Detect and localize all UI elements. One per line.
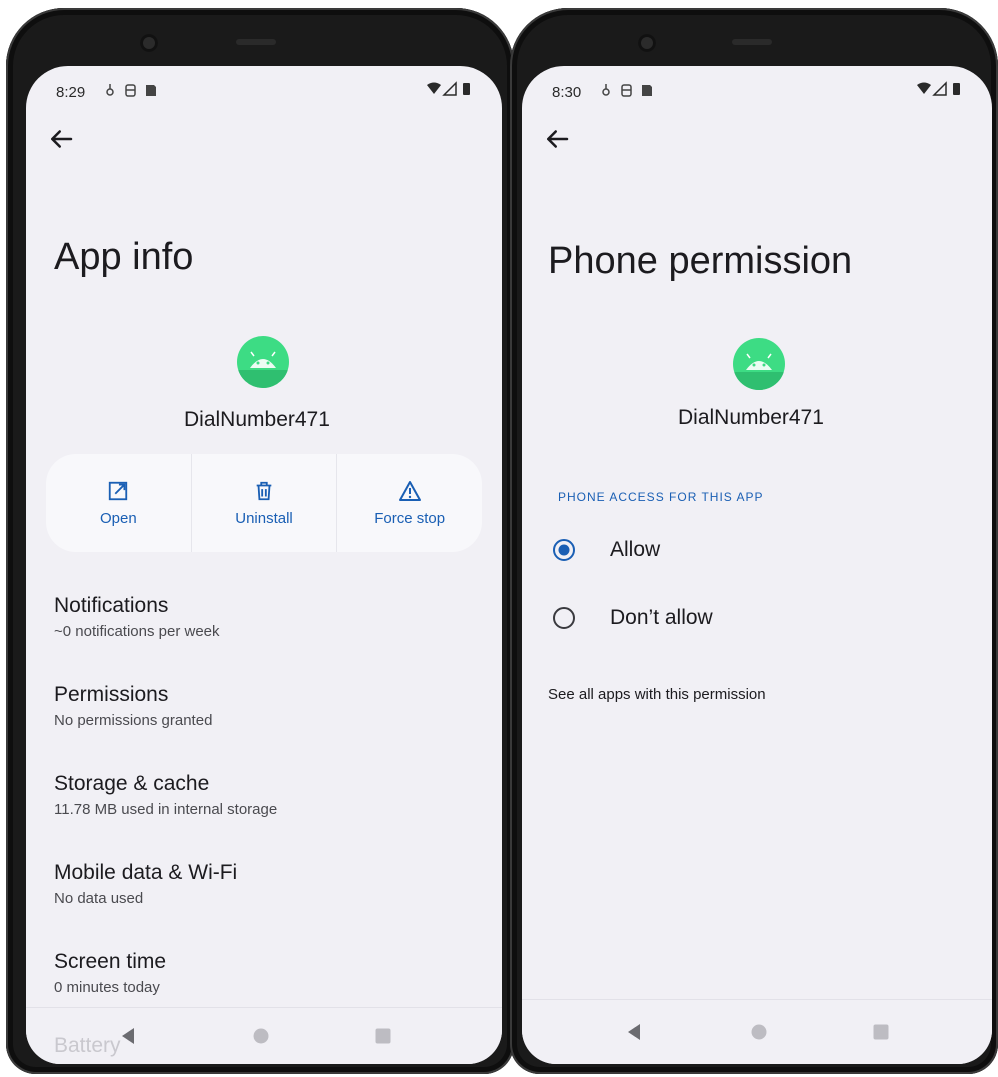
android-app-icon bbox=[733, 338, 785, 390]
force-stop-label: Force stop bbox=[374, 509, 446, 527]
dont-allow-option[interactable]: Don’t allow bbox=[552, 598, 713, 638]
front-camera bbox=[638, 34, 656, 52]
page-title: App info bbox=[54, 236, 194, 278]
setting-subtitle: 0 minutes today bbox=[54, 979, 160, 996]
open-external-icon bbox=[109, 481, 128, 500]
phone-permission-screen: 8:30 Phone permission DialNumber471 PHON… bbox=[522, 66, 992, 1064]
radio-unselected-icon[interactable] bbox=[552, 606, 576, 630]
status-time: 8:29 bbox=[56, 84, 86, 101]
status-notification-icons bbox=[106, 84, 156, 97]
nav-home-icon[interactable] bbox=[252, 1027, 270, 1045]
setting-title: Screen time bbox=[54, 950, 167, 973]
front-camera bbox=[140, 34, 158, 52]
uninstall-label: Uninstall bbox=[235, 509, 293, 527]
nav-back-icon[interactable] bbox=[624, 1022, 644, 1042]
notifications-setting[interactable]: Notifications ~0 notifications per week bbox=[54, 594, 482, 640]
back-arrow-icon[interactable] bbox=[46, 124, 76, 154]
open-button[interactable]: Open bbox=[46, 454, 191, 552]
earpiece-speaker bbox=[236, 39, 276, 45]
radio-selected-icon[interactable] bbox=[552, 538, 576, 562]
left-phone-frame: 8:29 App info DialNumber471 Open Uninsta… bbox=[6, 8, 514, 1074]
navigation-bar bbox=[522, 999, 992, 1064]
open-label: Open bbox=[99, 509, 137, 527]
status-time: 8:30 bbox=[552, 84, 582, 101]
signal-battery-icons bbox=[916, 81, 964, 101]
status-bar: 8:30 bbox=[522, 66, 992, 110]
nav-home-icon[interactable] bbox=[750, 1023, 768, 1041]
app-name: DialNumber471 bbox=[678, 406, 824, 429]
notification-icons bbox=[600, 83, 656, 100]
page-title: Phone permission bbox=[548, 240, 853, 282]
notification-icons bbox=[104, 83, 160, 100]
setting-subtitle: No permissions granted bbox=[54, 712, 213, 729]
allow-option[interactable]: Allow bbox=[552, 530, 660, 570]
setting-subtitle: No data used bbox=[54, 890, 144, 907]
earpiece-speaker bbox=[732, 39, 772, 45]
mobile-data-wifi-setting[interactable]: Mobile data & Wi-Fi No data used bbox=[54, 861, 482, 907]
warning-icon bbox=[398, 480, 421, 501]
allow-label: Allow bbox=[610, 538, 661, 561]
force-stop-button[interactable]: Force stop bbox=[336, 454, 482, 552]
app-name: DialNumber471 bbox=[184, 408, 330, 431]
navigation-bar: Battery bbox=[26, 1007, 502, 1064]
signal-battery-icons bbox=[426, 81, 474, 101]
setting-subtitle: 11.78 MB used in internal storage bbox=[54, 801, 278, 818]
wifi-signal-battery-icon bbox=[917, 81, 960, 96]
wifi-signal-battery-icon bbox=[427, 81, 470, 96]
permissions-setting[interactable]: Permissions No permissions granted bbox=[54, 683, 482, 729]
setting-title: Storage & cache bbox=[54, 772, 210, 795]
nav-recents-icon[interactable] bbox=[374, 1027, 392, 1045]
nav-recents-icon[interactable] bbox=[872, 1023, 890, 1041]
nav-back-icon[interactable] bbox=[118, 1026, 138, 1046]
see-all-apps-link[interactable]: See all apps with this permission bbox=[548, 686, 766, 703]
app-actions-card: Open Uninstall Force stop bbox=[46, 454, 482, 552]
back-arrow-icon[interactable] bbox=[542, 124, 572, 154]
setting-title: Notifications bbox=[54, 594, 169, 617]
status-bar: 8:29 bbox=[26, 66, 502, 110]
uninstall-button[interactable]: Uninstall bbox=[190, 454, 337, 552]
trash-icon bbox=[256, 481, 272, 500]
status-notification-icons bbox=[602, 84, 652, 97]
right-phone-frame: 8:30 Phone permission DialNumber471 PHON… bbox=[510, 8, 998, 1074]
setting-title: Permissions bbox=[54, 683, 169, 706]
battery-setting-partial[interactable]: Battery bbox=[54, 1034, 121, 1058]
android-app-icon bbox=[237, 336, 289, 388]
setting-title: Mobile data & Wi-Fi bbox=[54, 861, 238, 884]
section-label: PHONE ACCESS FOR THIS APP bbox=[558, 490, 764, 504]
app-info-screen: 8:29 App info DialNumber471 Open Uninsta… bbox=[26, 66, 502, 1064]
screen-time-setting[interactable]: Screen time 0 minutes today bbox=[54, 950, 482, 996]
storage-cache-setting[interactable]: Storage & cache 11.78 MB used in interna… bbox=[54, 772, 482, 818]
dont-allow-label: Don’t allow bbox=[610, 606, 713, 629]
setting-subtitle: ~0 notifications per week bbox=[54, 623, 220, 640]
